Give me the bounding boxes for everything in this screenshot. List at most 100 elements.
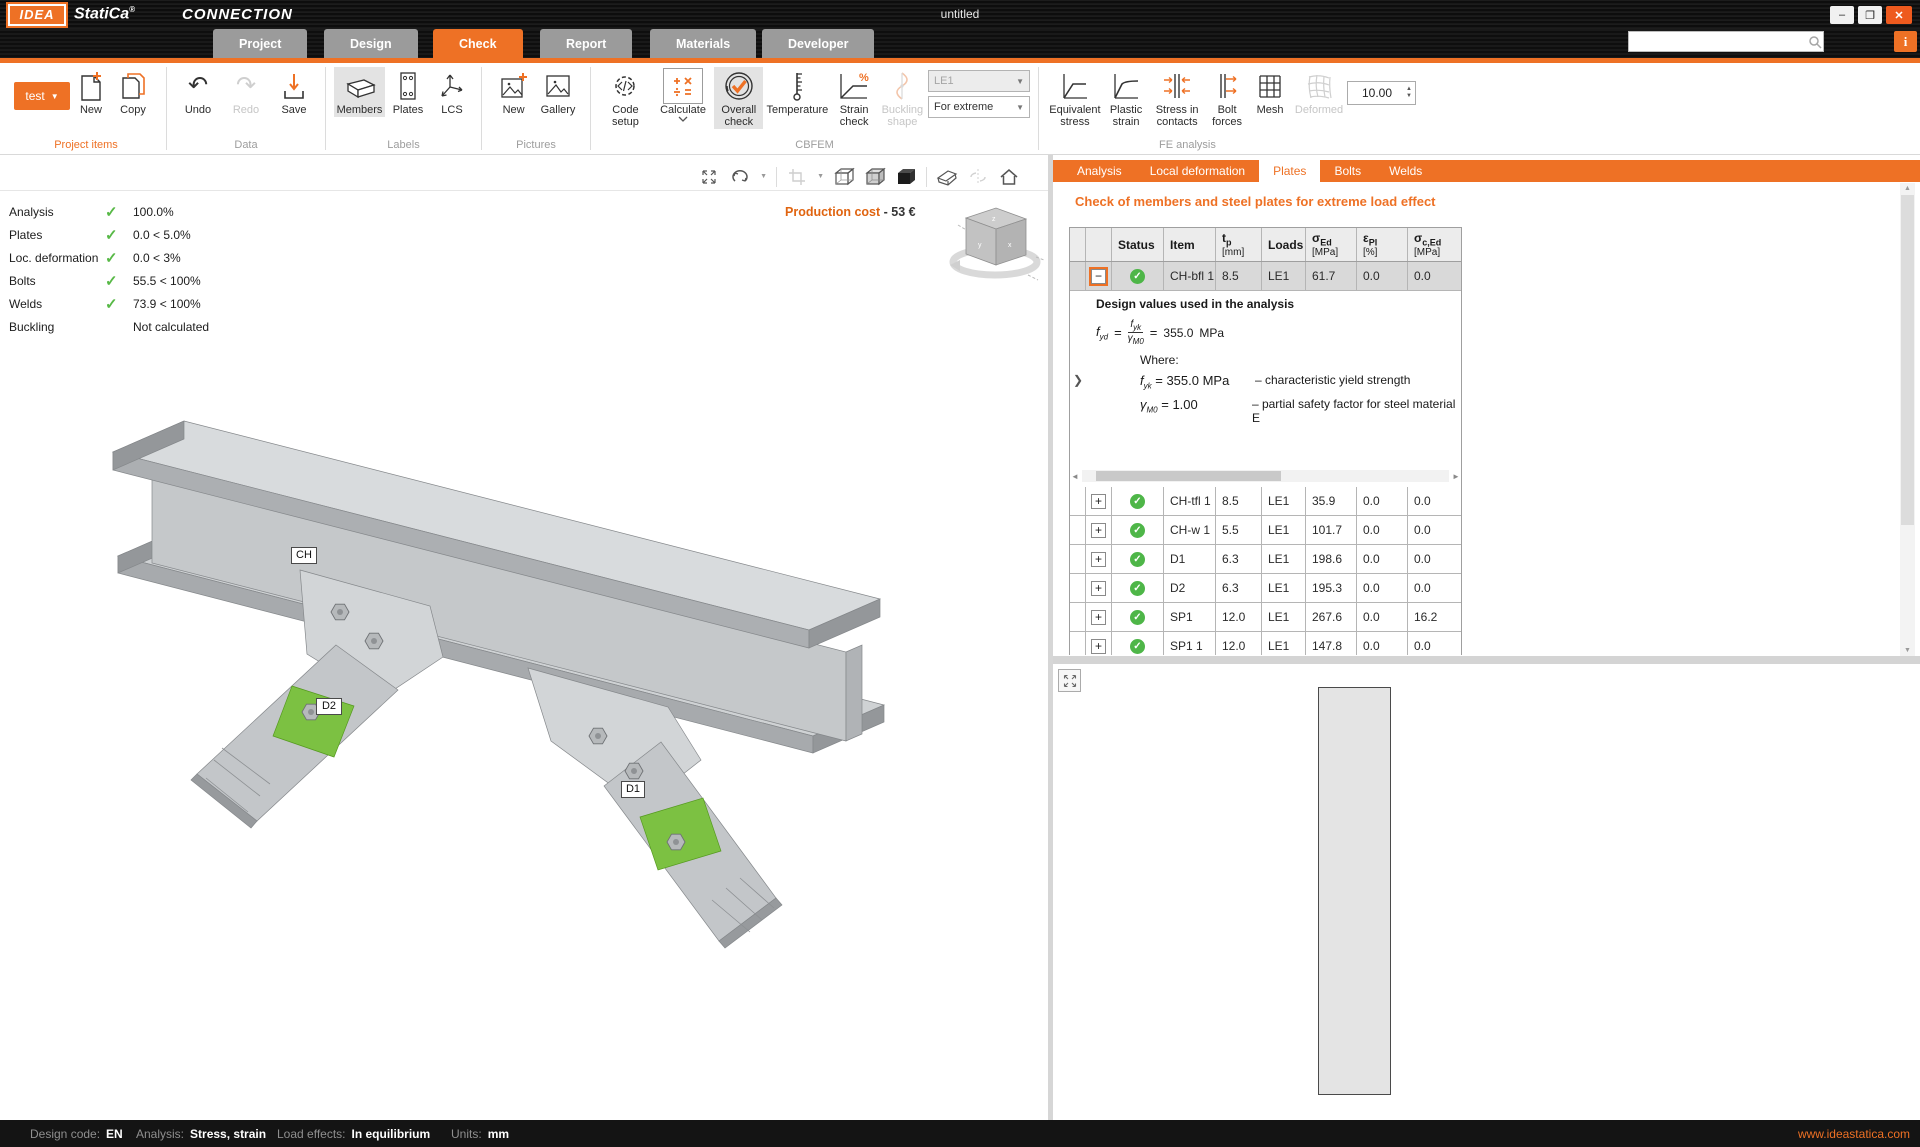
expand-row-button[interactable]: + — [1091, 494, 1106, 509]
expand-row-button[interactable]: + — [1091, 552, 1106, 567]
code-setup-button[interactable]: Code setup — [599, 67, 652, 129]
tab-plates[interactable]: Plates — [1259, 160, 1320, 182]
tab-design[interactable]: Design — [324, 29, 418, 58]
scroll-right-icon[interactable]: ► — [1451, 472, 1461, 481]
buckling-shape-button[interactable]: Buckling shape — [879, 67, 926, 129]
overall-check-button[interactable]: Overall check — [714, 67, 763, 129]
formula-value: 355.0 — [1163, 326, 1193, 340]
hscroll-thumb[interactable] — [1096, 471, 1281, 481]
redo-button[interactable]: ↷Redo — [225, 67, 267, 117]
info-button[interactable]: i — [1894, 31, 1917, 52]
app-name: CONNECTION — [182, 6, 293, 23]
expand-panel-button[interactable] — [1058, 669, 1081, 692]
tab-materials[interactable]: Materials — [650, 29, 756, 58]
table-row[interactable]: +✓SP1 112.0LE1147.80.00.0 — [1070, 632, 1461, 655]
tab-analysis[interactable]: Analysis — [1063, 160, 1136, 182]
status-ok-icon: ✓ — [1130, 610, 1145, 625]
plates-toggle[interactable]: Plates — [387, 67, 429, 117]
undo-button[interactable]: ↶Undo — [177, 67, 219, 117]
new-picture-button[interactable]: New — [493, 67, 535, 117]
group-label: Pictures — [482, 139, 590, 154]
mesh-toggle[interactable]: Mesh — [1249, 67, 1291, 117]
copy-project-item-button[interactable]: Copy — [112, 67, 154, 117]
tab-bolts[interactable]: Bolts — [1320, 160, 1375, 182]
status-units: Units:mm — [451, 1127, 509, 1141]
vscroll-thumb[interactable] — [1901, 195, 1914, 525]
cell-sigma-ced: 0.0 — [1408, 516, 1462, 544]
cell-eps-pl: 0.0 — [1357, 545, 1408, 573]
plastic-strain-button[interactable]: Plastic strain — [1104, 67, 1148, 129]
tab-project[interactable]: Project — [213, 29, 307, 58]
table-row[interactable]: −✓CH-bfl 18.5LE161.70.00.0 — [1070, 262, 1461, 291]
expand-row-button[interactable]: + — [1091, 610, 1106, 625]
expand-row-button[interactable]: + — [1091, 523, 1106, 538]
tab-local-deformation[interactable]: Local deformation — [1136, 160, 1259, 182]
deformed-toggle[interactable]: Deformed — [1292, 67, 1346, 117]
hscroll-track[interactable] — [1082, 470, 1449, 482]
formula-unit: MPa — [1199, 326, 1224, 340]
gallery-button[interactable]: Gallery — [537, 67, 580, 117]
new-project-item-button[interactable]: New — [70, 67, 112, 117]
tab-welds[interactable]: Welds — [1375, 160, 1436, 182]
extreme-combo[interactable]: For extreme▼ — [928, 96, 1030, 118]
scroll-down-icon[interactable]: ▼ — [1900, 647, 1915, 654]
scroll-up-icon[interactable]: ▲ — [1900, 185, 1915, 192]
table-row[interactable]: +✓CH-tfl 18.5LE135.90.00.0 — [1070, 487, 1461, 516]
stress-in-contacts-button[interactable]: Stress in contacts — [1149, 67, 1205, 129]
group-label: Project items — [6, 139, 166, 154]
search-box[interactable] — [1628, 31, 1824, 52]
bolt-forces-button[interactable]: Bolt forces — [1206, 67, 1248, 129]
project-item-selector[interactable]: test▼ — [14, 82, 70, 110]
title-bar: IDEA StatiCa® CONNECTION untitled – ❐ ✕ — [0, 0, 1920, 29]
table-row[interactable]: +✓SP112.0LE1267.60.016.2 — [1070, 603, 1461, 632]
table-row[interactable]: +✓D16.3LE1198.60.00.0 — [1070, 545, 1461, 574]
collapse-row-button[interactable]: − — [1091, 269, 1106, 284]
detail-chevron-icon[interactable]: ❯ — [1073, 373, 1083, 387]
close-button[interactable]: ✕ — [1886, 6, 1912, 24]
member-label-ch[interactable]: CH — [291, 547, 317, 564]
cell-tp: 12.0 — [1216, 603, 1262, 631]
spin-down-icon[interactable]: ▼ — [1406, 93, 1412, 100]
tab-check[interactable]: Check — [433, 29, 523, 58]
expand-row-button[interactable]: + — [1091, 639, 1106, 654]
strain-check-button[interactable]: % Strain check — [831, 67, 876, 129]
button-label: Bolt forces — [1210, 104, 1244, 128]
deformed-scale-spinner[interactable]: 10.00 ▲▼ — [1347, 81, 1416, 105]
table-row[interactable]: +✓CH-w 15.5LE1101.70.00.0 — [1070, 516, 1461, 545]
header-text: Status — [1118, 238, 1155, 252]
panel-vscrollbar[interactable]: ▲ ▼ — [1900, 183, 1915, 656]
website-link[interactable]: www.ideastatica.com — [1798, 1127, 1910, 1141]
viewport-3d[interactable]: ▼ ▼ — [0, 155, 1048, 1120]
member-label-d1[interactable]: D1 — [621, 781, 645, 798]
lcs-toggle[interactable]: LCS — [431, 67, 473, 117]
header-unit: [MPa] — [1414, 247, 1463, 258]
model-3d[interactable] — [0, 155, 1048, 1120]
sym-sub: M0 — [1133, 337, 1144, 346]
cell-sigma-ed: 61.7 — [1306, 262, 1357, 290]
equivalent-stress-icon — [1060, 68, 1090, 104]
cell-sigma-ed: 101.7 — [1306, 516, 1357, 544]
tab-report[interactable]: Report — [540, 29, 632, 58]
results-panel: Analysis Local deformation Plates Bolts … — [1053, 155, 1920, 1120]
horizontal-splitter[interactable] — [1053, 656, 1920, 664]
expand-row-button[interactable]: + — [1091, 581, 1106, 596]
where-row: fyk = 355.0 MPa – characteristic yield s… — [1140, 373, 1410, 391]
save-icon — [281, 68, 307, 104]
search-input[interactable] — [1629, 35, 1807, 49]
equivalent-stress-button[interactable]: Equivalent stress — [1047, 67, 1103, 129]
table-row[interactable]: +✓D26.3LE1195.30.00.0 — [1070, 574, 1461, 603]
calculate-button[interactable]: Calculate — [654, 67, 712, 123]
members-toggle[interactable]: Members — [334, 67, 385, 117]
member-label-d2[interactable]: D2 — [316, 698, 342, 715]
save-button[interactable]: Save — [273, 67, 315, 117]
minimize-button[interactable]: – — [1830, 6, 1854, 24]
tab-developer[interactable]: Developer — [762, 29, 874, 58]
scroll-left-icon[interactable]: ◄ — [1070, 472, 1080, 481]
spin-up-icon[interactable]: ▲ — [1406, 86, 1412, 93]
load-case-combo[interactable]: LE1▼ — [928, 70, 1030, 92]
detail-hscrollbar[interactable]: ◄ ► — [1069, 465, 1462, 487]
row-detail: ❯ Design values used in the analysis fyd… — [1069, 291, 1462, 465]
temperature-button[interactable]: Temperature — [765, 67, 829, 117]
maximize-button[interactable]: ❐ — [1858, 6, 1882, 24]
formula-lhs: fyd — [1096, 324, 1108, 342]
